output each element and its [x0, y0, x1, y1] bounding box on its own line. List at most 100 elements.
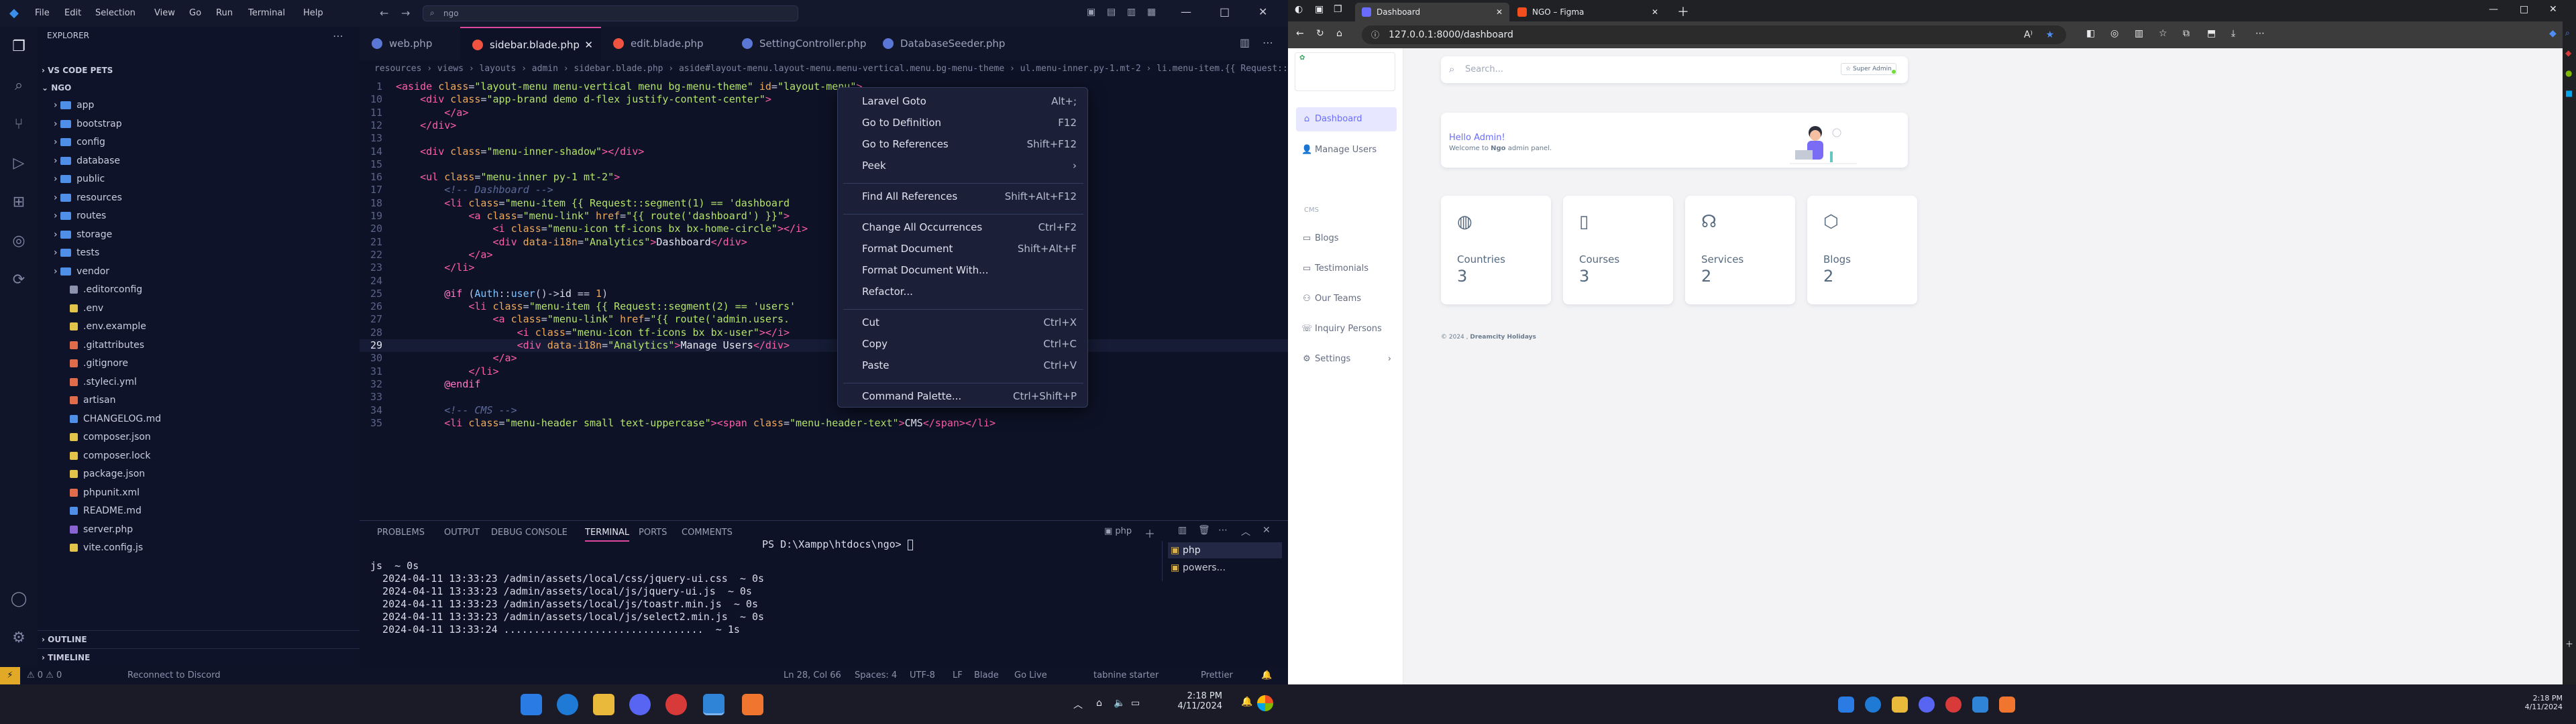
file-item[interactable]: server.php	[38, 521, 360, 539]
copilot-icon[interactable]: ◆	[2549, 28, 2557, 39]
kill-terminal-icon[interactable]: 🗑	[1198, 525, 1210, 536]
panel-tab[interactable]: TERMINAL	[585, 528, 630, 542]
extension-icon[interactable]: ◧	[2086, 28, 2095, 39]
logo[interactable]: ✿	[1295, 52, 1395, 91]
folder-vendor[interactable]: › vendor	[38, 263, 360, 281]
code-line[interactable]: 23 </li>	[360, 261, 1288, 274]
folder-config[interactable]: › config	[38, 133, 360, 152]
file-item[interactable]: .styleci.yml	[38, 373, 360, 391]
code-line[interactable]: 28 <i class="menu-icon tf-icons bx bx-us…	[360, 326, 1288, 339]
menu-view[interactable]: View	[154, 8, 175, 18]
read-aloud-icon[interactable]: A⁾	[2024, 25, 2033, 44]
code-line[interactable]: 22 </a>	[360, 249, 1288, 261]
new-tab-icon[interactable]: ＋	[1677, 3, 1689, 20]
edge-browser-icon[interactable]	[1865, 697, 1881, 713]
code-line[interactable]: 31 </li>	[360, 365, 1288, 378]
pets-section-header[interactable]: › VS CODE PETS	[38, 62, 360, 80]
context-menu-item[interactable]: Refactor...	[862, 284, 1077, 300]
code-line[interactable]: 19 <a class="menu-link" href="{{ route('…	[360, 210, 1288, 223]
code-line[interactable]: 27 <a class="menu-link" href="{{ route('…	[360, 313, 1288, 326]
close-tab-icon[interactable]: ✕	[584, 28, 593, 62]
context-menu-item[interactable]: Paste Ctrl+V	[862, 357, 1077, 373]
clock[interactable]: 2:18 PM 4/11/2024	[1169, 691, 1222, 711]
browser-tab-figma[interactable]: NGO – Figma ✕	[1511, 3, 1665, 21]
panel-tab[interactable]: OUTPUT	[444, 528, 480, 538]
code-line[interactable]: 15	[360, 158, 1288, 171]
profile-icon[interactable]: ◐	[1295, 4, 1303, 15]
start-windows-icon[interactable]	[521, 694, 542, 715]
xampp-icon[interactable]	[742, 694, 763, 715]
indentation[interactable]: Spaces: 4	[855, 667, 897, 684]
source-control-icon[interactable]: ⑂	[9, 115, 28, 134]
prettier[interactable]: Prettier	[1201, 667, 1233, 684]
tools-icon[interactable]: ●	[2565, 68, 2572, 78]
app-red-icon[interactable]	[665, 694, 687, 715]
vscode-taskbar-icon[interactable]	[1972, 697, 1988, 713]
folder-storage[interactable]: › storage	[38, 226, 360, 244]
context-menu-item[interactable]: Laravel Goto Alt+;	[862, 93, 1077, 109]
code-line[interactable]: 33	[360, 391, 1288, 404]
account-icon[interactable]: ◯	[9, 590, 28, 609]
discord-status[interactable]: Reconnect to Discord	[127, 667, 220, 684]
new-terminal-icon[interactable]: ＋	[1144, 525, 1155, 541]
file-item[interactable]: CHANGELOG.md	[38, 410, 360, 428]
vscode-taskbar-icon[interactable]	[703, 694, 724, 715]
code-line[interactable]: 16 <ul class="menu-inner py-1 mt-2">	[360, 171, 1288, 184]
close-icon[interactable]: ✕	[2549, 4, 2557, 15]
stat-card-countries[interactable]: ◍ Countries 3	[1441, 196, 1551, 304]
menu-terminal[interactable]: Terminal	[248, 8, 285, 18]
context-menu-item[interactable]: Peek ›	[862, 158, 1077, 174]
menu-selection[interactable]: Selection	[95, 8, 136, 18]
close-tab-icon[interactable]: ✕	[1496, 3, 1503, 21]
search-input[interactable]: Search...	[1465, 64, 1503, 74]
line-ending[interactable]: LF	[953, 667, 963, 684]
context-menu-item[interactable]: Command Palette... Ctrl+Shift+P	[862, 388, 1077, 404]
code-line[interactable]: 20 <i class="menu-icon tf-icons bx bx-ho…	[360, 223, 1288, 235]
favorites-icon[interactable]: ☆	[2159, 28, 2167, 39]
maximize-panel-icon[interactable]: ︿	[1241, 525, 1250, 538]
tab-database-seeder[interactable]: DatabaseSeeder.php	[871, 27, 1012, 60]
stat-card-courses[interactable]: ▯ Courses 3	[1563, 196, 1673, 304]
address-bar[interactable]: ⓘ 127.0.0.1:8000/dashboard A⁾ ★	[1362, 25, 2066, 44]
code-line[interactable]: 12 </div>	[360, 119, 1288, 132]
terminal-profile[interactable]: ▣ php	[1104, 526, 1132, 536]
tab-web-php[interactable]: web.php	[360, 27, 460, 60]
sidebar-toggle-icon[interactable]: ▥	[1127, 7, 1136, 17]
code-line[interactable]: 1 <aside class="layout-menu menu-vertical…	[360, 80, 1288, 93]
menu-dots-icon[interactable]: ⋯	[2255, 28, 2265, 39]
menu-edit[interactable]: Edit	[64, 8, 81, 18]
home-icon[interactable]: ⌂	[1336, 28, 1342, 39]
tray-chevron-icon[interactable]: ︿	[1073, 698, 1083, 711]
browser-tab-dashboard[interactable]: Dashboard ✕	[1355, 3, 1509, 21]
code-editor[interactable]: 1 <aside class="layout-menu menu-vertical…	[360, 78, 1288, 520]
code-line[interactable]: 29 <div data-i18n="Analytics">Manage Use…	[360, 339, 1288, 353]
back-arrow-icon[interactable]: ←	[380, 7, 388, 19]
sidebar-item-settings[interactable]: ⚙ Settings ›	[1296, 347, 1397, 371]
forward-arrow-icon[interactable]: →	[401, 7, 410, 19]
outline-section[interactable]: › OUTLINE	[38, 630, 360, 648]
favorite-star-icon[interactable]: ★	[2045, 25, 2054, 44]
run-debug-icon[interactable]: ▷	[9, 154, 28, 173]
terminal-list-item[interactable]: ▣ powers...	[1168, 560, 1282, 576]
close-tab-icon[interactable]: ✕	[1652, 3, 1658, 21]
discord-icon[interactable]	[629, 694, 651, 715]
super-admin-button[interactable]: ☆ Super Admin	[1841, 63, 1896, 75]
workspaces-icon[interactable]: ▣	[1315, 4, 1324, 15]
menu-file[interactable]: File	[35, 8, 50, 18]
file-item[interactable]: .env	[38, 300, 360, 318]
file-item[interactable]: composer.lock	[38, 447, 360, 465]
search-icon[interactable]: ⌕	[9, 76, 28, 95]
layout-toggle-icon[interactable]: ▣	[1087, 7, 1095, 17]
tray-network-icon[interactable]: ⌂	[1096, 698, 1102, 709]
more-actions-icon[interactable]: ⋯	[333, 29, 343, 42]
maximize-icon[interactable]: □	[2520, 4, 2528, 15]
downloads-icon[interactable]: ⤓	[2231, 28, 2235, 39]
live-share-icon[interactable]: ⟳	[9, 271, 28, 290]
close-icon[interactable]: ✕	[1258, 5, 1267, 18]
collections-icon[interactable]: ⧉	[2183, 28, 2190, 39]
split-terminal-icon[interactable]: ▥	[1178, 525, 1187, 536]
discord-icon[interactable]	[1919, 697, 1935, 713]
edge-browser-icon[interactable]	[557, 694, 578, 715]
tray-battery-icon[interactable]: ▭	[1131, 698, 1140, 709]
context-menu-item[interactable]: Find All References Shift+Alt+F12	[862, 188, 1077, 204]
